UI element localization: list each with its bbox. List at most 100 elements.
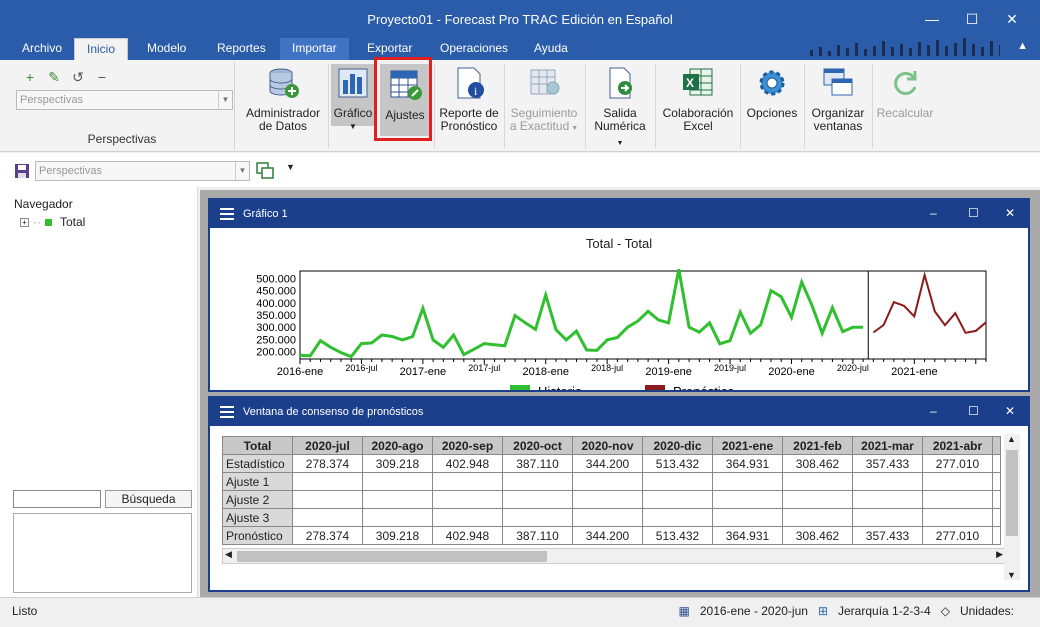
perspective-bar-combo[interactable]: Perspectivas ▼ [35,161,250,181]
table-cell[interactable] [852,508,923,527]
arrange-windows-button[interactable]: Organizar ventanas [808,66,868,133]
tab-importar[interactable]: Importar [280,38,349,60]
table-cell[interactable] [852,472,923,491]
add-icon[interactable]: + [20,68,40,86]
table-cell[interactable]: 357.433 [852,526,923,545]
numeric-output-button[interactable]: Salida Numérica ▼ [590,66,650,150]
accuracy-tracking-button[interactable]: Seguimiento a Exactitud ▼ [508,66,580,135]
table-cell[interactable]: 308.462 [782,454,853,473]
data-manager-button[interactable]: Administrador de Datos [244,66,322,133]
maximize-icon[interactable]: ☐ [968,206,979,220]
table-cell[interactable] [292,472,363,491]
search-button[interactable]: Búsqueda [105,490,192,508]
table-cell[interactable] [572,508,643,527]
chevron-up-icon[interactable]: ▲ [1007,434,1016,444]
collapse-ribbon-icon[interactable]: ▲ [1017,40,1028,52]
table-cell[interactable] [642,472,713,491]
maximize-icon[interactable]: ☐ [968,404,979,418]
tab-archivo[interactable]: Archivo [10,38,74,60]
table-cell[interactable] [502,490,573,509]
table-cell[interactable] [712,508,783,527]
table-cell[interactable]: 278.374 [292,454,363,473]
horizontal-scrollbar[interactable]: ◀ ▶ [222,548,1006,564]
table-cell[interactable] [712,490,783,509]
minimize-icon[interactable]: – [930,206,937,220]
excel-collaboration-button[interactable]: X Colaboración Excel [660,66,736,133]
close-icon[interactable]: ✕ [1005,404,1015,418]
table-cell[interactable] [432,490,503,509]
chevron-down-icon[interactable]: ▼ [218,91,232,109]
close-icon[interactable]: ✕ [992,6,1032,32]
table-cell[interactable] [502,508,573,527]
undo-icon[interactable]: ↺ [68,68,88,86]
table-cell[interactable] [922,490,993,509]
table-cell[interactable]: 387.110 [502,526,573,545]
table-cell[interactable]: 387.110 [502,454,573,473]
save-icon[interactable] [14,163,30,179]
recalculate-button[interactable]: Recalcular [876,66,934,120]
menu-icon[interactable] [220,406,234,418]
table-cell[interactable]: 278.374 [292,526,363,545]
chevron-left-icon[interactable]: ◀ [225,549,232,560]
expand-icon[interactable]: + [20,217,29,227]
table-cell[interactable] [572,490,643,509]
table-cell[interactable]: 277.010 [922,454,993,473]
table-cell[interactable] [852,490,923,509]
table-cell[interactable] [432,508,503,527]
table-cell[interactable]: 364.931 [712,454,783,473]
table-cell[interactable]: 357.433 [852,454,923,473]
chart-button[interactable]: Gráfico ▼ [331,64,375,131]
table-cell[interactable] [502,472,573,491]
vertical-scrollbar[interactable]: ▲ ▼ [1004,434,1020,580]
forecast-report-button[interactable]: i Reporte de Pronóstico [437,66,501,133]
table-cell[interactable]: 309.218 [362,454,433,473]
table-cell[interactable] [572,472,643,491]
chevron-down-icon[interactable]: ▼ [235,162,249,180]
close-icon[interactable]: ✕ [1005,206,1015,220]
chevron-right-icon[interactable]: ▶ [996,549,1003,560]
table-cell[interactable] [292,490,363,509]
table-cell[interactable]: 344.200 [572,454,643,473]
perspectives-combo[interactable]: Perspectivas ▼ [16,90,233,110]
table-cell[interactable]: 513.432 [642,454,713,473]
search-input[interactable] [13,490,101,508]
table-cell[interactable] [292,508,363,527]
maximize-icon[interactable]: ☐ [952,6,992,32]
overflow-icon[interactable]: ▼ [286,162,295,172]
table-cell[interactable] [642,508,713,527]
scroll-thumb[interactable] [1006,450,1018,536]
table-cell[interactable]: 402.948 [432,526,503,545]
tree-item-total[interactable]: + ·· Total [20,215,85,229]
table-cell[interactable]: 309.218 [362,526,433,545]
scroll-thumb[interactable] [237,551,547,562]
table-cell[interactable] [922,508,993,527]
minus-icon[interactable]: − [92,68,112,86]
table-cell[interactable] [712,472,783,491]
tab-ayuda[interactable]: Ayuda [522,38,580,60]
table-cell[interactable] [362,472,433,491]
table-cell[interactable] [362,508,433,527]
table-cell[interactable]: 402.948 [432,454,503,473]
minimize-icon[interactable]: – [930,404,937,418]
minimize-icon[interactable]: — [912,6,952,32]
table-cell[interactable]: 344.200 [572,526,643,545]
table-cell[interactable]: 364.931 [712,526,783,545]
edit-icon[interactable]: ✎ [44,68,64,86]
table-cell[interactable]: 277.010 [922,526,993,545]
table-cell[interactable]: 308.462 [782,526,853,545]
table-cell[interactable] [782,490,853,509]
table-cell[interactable] [782,472,853,491]
tab-operaciones[interactable]: Operaciones [428,38,520,60]
table-cell[interactable] [782,508,853,527]
search-results-list[interactable] [13,513,192,593]
table-cell[interactable] [642,490,713,509]
table-cell[interactable] [362,490,433,509]
tab-reportes[interactable]: Reportes [205,38,278,60]
options-button[interactable]: Opciones [744,66,800,120]
tab-modelo[interactable]: Modelo [135,38,198,60]
menu-icon[interactable] [220,208,234,220]
table-cell[interactable] [922,472,993,491]
table-cell[interactable]: 513.432 [642,526,713,545]
chevron-down-icon[interactable]: ▼ [1007,570,1016,580]
tab-inicio[interactable]: Inicio [74,38,129,60]
